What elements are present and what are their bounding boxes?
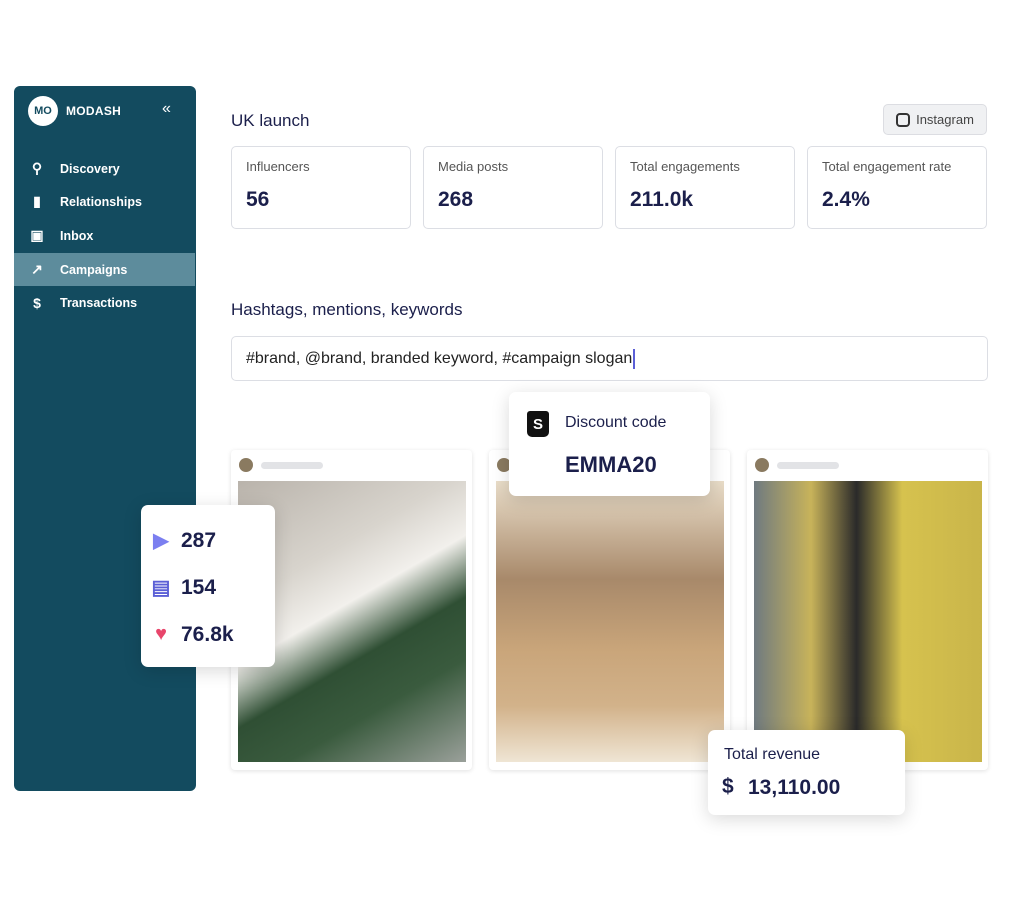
page-title: UK launch [231,111,310,130]
comments-count: 154 [181,575,217,599]
dollar-icon: $ [33,294,41,311]
sidebar-item-transactions[interactable]: $ Transactions [14,286,195,319]
stat-value: 2.4% [822,188,870,211]
text-caret [633,349,636,369]
sidebar-item-relationships[interactable]: ▮ Relationships [14,185,195,218]
revenue-label: Total revenue [724,746,821,763]
double-chevron-left-icon[interactable]: « [162,100,171,118]
avatar [755,458,769,472]
instagram-icon [896,112,911,127]
post-card[interactable] [747,450,988,770]
plays-count: 287 [181,528,217,552]
sidebar-item-inbox[interactable]: ▣ Inbox [14,219,195,252]
discount-code: EMMA20 [565,452,657,477]
username-placeholder [261,462,323,469]
sidebar: MO MODASH « ⚲ Discovery ▮ Relationships ▣ I… [14,86,196,791]
keywords-input[interactable]: #brand, @brand, branded keyword, #campai… [231,336,988,381]
avatar [239,458,253,472]
stat-value: 56 [246,188,270,211]
discount-popup: S Discount code EMMA20 [509,392,710,496]
revenue-value: 13,110.00 [748,776,841,799]
play-icon: ▶ [153,530,169,552]
brand-name: MODASH [66,104,122,118]
comments-row: ▤ 154 [141,564,275,611]
sidebar-item-label: Inbox [60,228,94,243]
sidebar-item-label: Campaigns [60,262,128,277]
modash-logo: MO [28,96,58,126]
sidebar-item-label: Discovery [60,161,120,176]
sidebar-item-label: Transactions [60,295,138,310]
bookmarks-icon: ▮ [33,193,41,209]
likes-count: 76.8k [181,622,234,646]
search-icon: ⚲ [31,160,43,176]
post-stats-popup: ▶ 287 ▤ 154 ♥ 76.8k [141,505,275,667]
stat-label: Media posts [438,159,509,174]
comment-icon: ▤ [151,577,171,599]
stat-label: Total engagements [630,159,740,174]
post-image [754,481,982,762]
shopify-icon: S [527,411,549,437]
stat-card-media-posts: Media posts 268 [423,146,603,229]
heart-icon: ♥ [155,623,167,645]
sidebar-item-label: Relationships [60,194,142,209]
username-placeholder [777,462,839,469]
platform-label: Instagram [916,112,974,127]
stat-label: Total engagement rate [822,159,952,174]
dollar-icon: $ [722,775,734,798]
sidebar-item-campaigns[interactable]: ↗ Campaigns [14,253,195,286]
section-heading: Hashtags, mentions, keywords [231,300,463,319]
inbox-icon: ▣ [30,227,44,243]
instagram-button[interactable]: Instagram [883,104,987,135]
revenue-popup: Total revenue $ 13,110.00 [708,730,905,815]
keywords-value: #brand, @brand, branded keyword, #campai… [246,350,633,368]
post-image [496,481,724,762]
stat-value: 211.0k [630,188,694,211]
stat-value: 268 [438,188,474,211]
stat-card-influencers: Influencers 56 [231,146,411,229]
sidebar-item-discovery[interactable]: ⚲ Discovery [14,152,195,185]
stat-card-engagement-rate: Total engagement rate 2.4% [807,146,987,229]
plays-row: ▶ 287 [141,517,275,564]
post-card[interactable] [489,450,730,770]
stat-card-engagements: Total engagements 211.0k [615,146,795,229]
likes-row: ♥ 76.8k [141,611,275,658]
trending-up-icon: ↗ [31,261,43,277]
discount-label: Discount code [565,414,667,431]
stat-label: Influencers [246,159,310,174]
